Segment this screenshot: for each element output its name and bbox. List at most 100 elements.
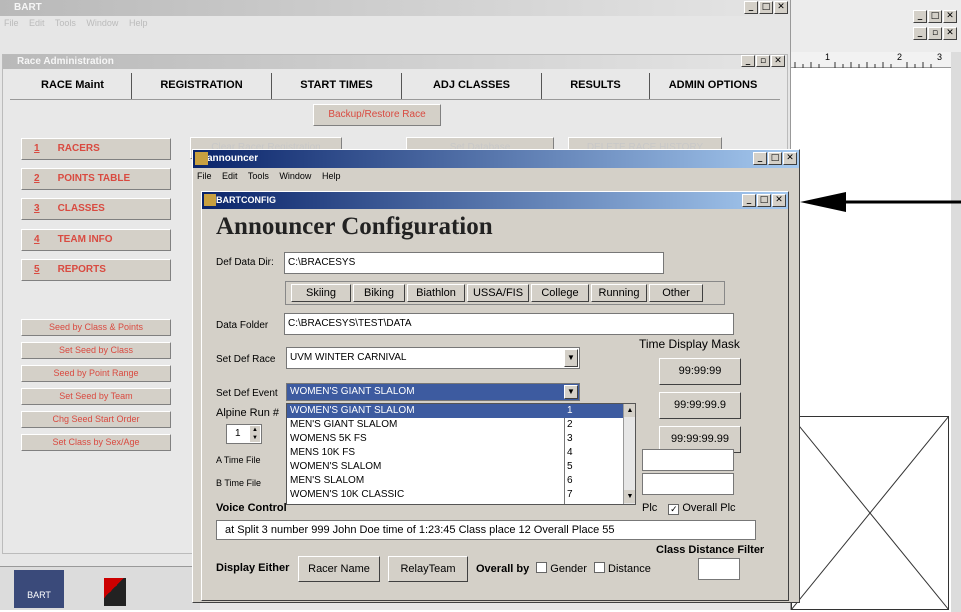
def-event-select[interactable]: WOMEN'S GIANT SLALOM ▼ [286,383,580,401]
menu-tools[interactable]: Tools [55,18,76,28]
a-time-file-field[interactable] [642,449,734,471]
tab-registration[interactable]: REGISTRATION [132,73,272,99]
biking-button[interactable]: Biking [353,284,405,302]
list-item[interactable]: MEN'S GIANT SLALOM 2 [287,418,623,432]
close-button[interactable]: ✕ [774,1,788,14]
list-item[interactable]: MEN'S SLALOM 6 [287,474,623,488]
list-item[interactable]: MENS 10K FS 4 [287,446,623,460]
tab-race-maint[interactable]: RACE Maint [14,73,132,99]
close-button[interactable]: ✕ [772,194,786,207]
team-info-button[interactable]: 4 TEAM INFO [21,229,171,251]
close-button[interactable]: ✕ [771,55,785,67]
backup-restore-button[interactable]: Backup/Restore Race [313,104,441,126]
announcer-titlebar: announcer _ □ ✕ [193,150,799,168]
running-button[interactable]: Running [591,284,647,302]
menu-help[interactable]: Help [129,18,148,28]
chevron-down-icon[interactable]: ▼ [564,385,578,399]
event-name: WOMENS 5K FS [290,433,367,444]
classes-button[interactable]: 3 CLASSES [21,198,171,220]
time-mask-2-button[interactable]: 99:99:99.9 [659,392,741,419]
time-mask-1-button[interactable]: 99:99:99 [659,358,741,385]
minimize-button[interactable]: _ [913,10,927,23]
seed-by-class-button[interactable]: Set Seed by Class [21,342,171,359]
skiing-button[interactable]: Skiing [291,284,351,302]
bartconfig-titlebar: BARTCONFIG _ □ ✕ [202,192,788,209]
menu-file[interactable]: File [197,171,212,181]
nav-num: 4 [34,234,40,245]
maximize-button[interactable]: □ [759,1,773,14]
event-scrollbar[interactable]: ▲ ▼ [623,404,635,504]
def-data-dir-field[interactable]: C:\BRACESYS [284,252,664,274]
announcer-menubar: File Edit Tools Window Help [193,169,799,183]
list-item[interactable]: WOMEN'S SLALOM 5 [287,460,623,474]
restore-button[interactable]: ▫ [928,27,942,40]
close-button[interactable]: ✕ [943,10,957,23]
bart-app-icon[interactable]: BART [14,570,64,608]
minimize-button[interactable]: _ [741,55,755,67]
restore-button[interactable]: ▫ [756,55,770,67]
points-table-button[interactable]: 2 POINTS TABLE [21,168,171,190]
image-placeholder [791,416,949,610]
ussa-fis-button[interactable]: USSA/FIS [467,284,529,302]
minimize-button[interactable]: _ [744,1,758,14]
close-button[interactable]: ✕ [943,27,957,40]
reports-button[interactable]: 5 REPORTS [21,259,171,281]
maximize-button[interactable]: □ [928,10,942,23]
list-item[interactable]: WOMEN'S GIANT SLALOM 1 [287,404,623,418]
close-button[interactable]: ✕ [783,152,797,165]
menu-edit[interactable]: Edit [222,171,238,181]
taskbar-thumbnail-icon[interactable] [104,578,126,606]
plc-checkbox[interactable]: Plc ✓ Overall Plc [642,502,736,515]
menu-window[interactable]: Window [86,18,118,28]
vertical-scrollbar[interactable] [951,52,961,612]
b-time-file-label: B Time File [216,478,262,488]
def-race-select[interactable]: UVM WINTER CARNIVAL ▼ [286,347,580,369]
gender-checkbox[interactable] [536,562,548,573]
menu-file[interactable]: File [4,18,19,28]
overall-by-label: Overall by [476,563,530,575]
seed-class-points-button[interactable]: Seed by Class & Points [21,319,171,336]
minimize-button[interactable]: _ [742,194,756,207]
tab-admin-options[interactable]: ADMIN OPTIONS [650,73,776,99]
event-num: 5 [567,461,573,472]
chevron-down-icon[interactable]: ▼ [564,349,578,367]
class-by-sex-age-button[interactable]: Set Class by Sex/Age [21,434,171,451]
college-button[interactable]: College [531,284,589,302]
tab-results[interactable]: RESULTS [542,73,650,99]
event-num: 4 [567,447,573,458]
scroll-down-icon[interactable]: ▼ [624,490,635,503]
racers-button[interactable]: 1 RACERS [21,138,171,160]
scroll-up-icon[interactable]: ▲ [624,404,635,417]
tab-adj-classes[interactable]: ADJ CLASSES [402,73,542,99]
b-time-file-field[interactable] [642,473,734,495]
minimize-button[interactable]: _ [913,27,927,40]
maximize-button[interactable]: □ [768,152,782,165]
menu-window[interactable]: Window [279,171,311,181]
spinner-icon[interactable]: ▲ ▼ [250,426,260,442]
relay-team-button[interactable]: RelayTeam [388,556,468,582]
biathlon-button[interactable]: Biathlon [407,284,465,302]
menu-edit[interactable]: Edit [29,18,45,28]
menu-help[interactable]: Help [322,171,341,181]
menu-tools[interactable]: Tools [248,171,269,181]
other-button[interactable]: Other [649,284,703,302]
event-dropdown-list[interactable]: ▲ ▼ WOMEN'S GIANT SLALOM 1 MEN'S GIANT S… [286,403,636,505]
alpine-run-stepper[interactable]: 1 ▲ ▼ [226,424,262,444]
racer-name-button[interactable]: Racer Name [298,556,380,582]
minimize-button[interactable]: _ [753,152,767,165]
list-item[interactable]: WOMENS 5K FS 3 [287,432,623,446]
chg-seed-order-button[interactable]: Chg Seed Start Order [21,411,171,428]
seed-by-team-button[interactable]: Set Seed by Team [21,388,171,405]
distance-checkbox[interactable] [594,562,606,573]
bartconfig-window: BARTCONFIG _ □ ✕ Announcer Configuration… [201,191,789,601]
nav-num: 5 [34,264,40,275]
seed-point-range-button[interactable]: Seed by Point Range [21,365,171,382]
announcement-preview[interactable]: at Split 3 number 999 John Doe time of 1… [216,520,756,540]
maximize-button[interactable]: □ [757,194,771,207]
list-item[interactable]: WOMEN'S 10K CLASSIC 7 [287,488,623,502]
class-distance-filter-field[interactable] [698,558,740,580]
data-folder-field[interactable]: C:\BRACESYS\TEST\DATA [284,313,734,335]
overall-plc-checkbox[interactable]: ✓ [668,504,680,515]
tab-start-times[interactable]: START TIMES [272,73,402,99]
display-either-label: Display Either [216,562,290,574]
